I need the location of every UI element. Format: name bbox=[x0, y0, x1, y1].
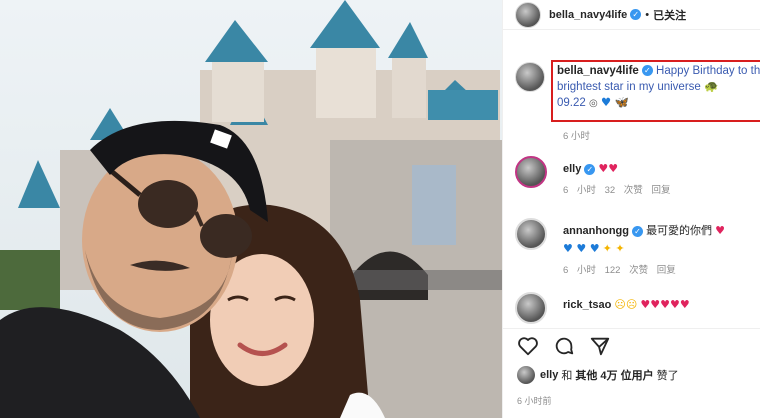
likes-suffix: 赞了 bbox=[656, 370, 679, 382]
separator-dot: • bbox=[645, 8, 650, 21]
likes-and: 和 bbox=[561, 370, 573, 382]
heart-icon[interactable] bbox=[517, 335, 539, 357]
commenter-avatar[interactable] bbox=[515, 292, 547, 324]
verified-badge-icon: ✓ bbox=[641, 65, 653, 77]
earth-icon: ◎ bbox=[588, 98, 598, 109]
comment-icon[interactable] bbox=[553, 335, 575, 357]
post-sidebar: bella_navy4life ✓ • 已关注 bella_navy4life ✓… bbox=[502, 0, 760, 418]
author-avatar[interactable] bbox=[515, 1, 541, 28]
caption-time: 6 小时 bbox=[563, 131, 590, 142]
verified-badge-icon: ✓ bbox=[630, 9, 642, 20]
following-button[interactable]: 已关注 bbox=[653, 7, 686, 23]
commenter-username[interactable]: annanhongg bbox=[563, 225, 629, 237]
commenter-avatar[interactable] bbox=[515, 156, 547, 188]
blue-heart-icon: ♥ ♥ ♥ bbox=[563, 242, 600, 255]
commenter-username[interactable]: elly bbox=[563, 163, 581, 175]
share-icon[interactable] bbox=[589, 335, 611, 357]
comment-time: 6 小时 bbox=[563, 185, 596, 196]
caption-avatar[interactable] bbox=[515, 62, 545, 92]
comment-time: 6 小时 bbox=[563, 265, 596, 276]
reply-button[interactable]: 回复 bbox=[651, 185, 670, 196]
turtle-icon: 🐢 bbox=[704, 79, 719, 93]
caption-highlight-box: bella_navy4life ✓ Happy Birthday to the b… bbox=[551, 60, 760, 122]
sparkles-icon: ✦ ✦ bbox=[602, 242, 625, 255]
comment-likes[interactable]: 32 次赞 bbox=[605, 185, 643, 196]
comment-likes[interactable]: 122 次赞 bbox=[605, 265, 649, 276]
comment-text: 最可愛的你們 bbox=[646, 225, 713, 237]
post-photo bbox=[0, 0, 502, 418]
post-actions-bar bbox=[503, 328, 760, 362]
butterfly-icon: 🦋 bbox=[614, 95, 629, 109]
sad-face-icon: ☹☹ bbox=[614, 298, 638, 311]
commenter-username[interactable]: rick_tsao bbox=[563, 299, 611, 311]
blue-heart-icon: ♥ bbox=[600, 95, 612, 109]
red-heart-icon: ♥♥♥♥♥ bbox=[640, 298, 690, 311]
author-username[interactable]: bella_navy4life bbox=[549, 9, 627, 21]
post-timestamp: 6 小时前 bbox=[517, 396, 552, 406]
likes-summary: elly 和 其他 4万 位用户 赞了 bbox=[517, 366, 760, 384]
post-header: bella_navy4life ✓ • 已关注 bbox=[503, 0, 760, 30]
liker-avatar[interactable] bbox=[517, 366, 535, 384]
verified-badge-icon: ✓ bbox=[632, 225, 643, 237]
commenter-avatar[interactable] bbox=[515, 218, 547, 250]
caption-username[interactable]: bella_navy4life bbox=[557, 65, 639, 77]
liker-username[interactable]: elly bbox=[540, 369, 558, 381]
red-heart-icon: ♥ bbox=[715, 224, 725, 237]
caption-date: 09.22 bbox=[557, 97, 586, 109]
reply-button[interactable]: 回复 bbox=[657, 265, 676, 276]
red-heart-icon: ♥♥ bbox=[598, 162, 619, 175]
verified-badge-icon: ✓ bbox=[584, 163, 596, 175]
likes-count[interactable]: 其他 4万 位用户 bbox=[575, 367, 653, 383]
